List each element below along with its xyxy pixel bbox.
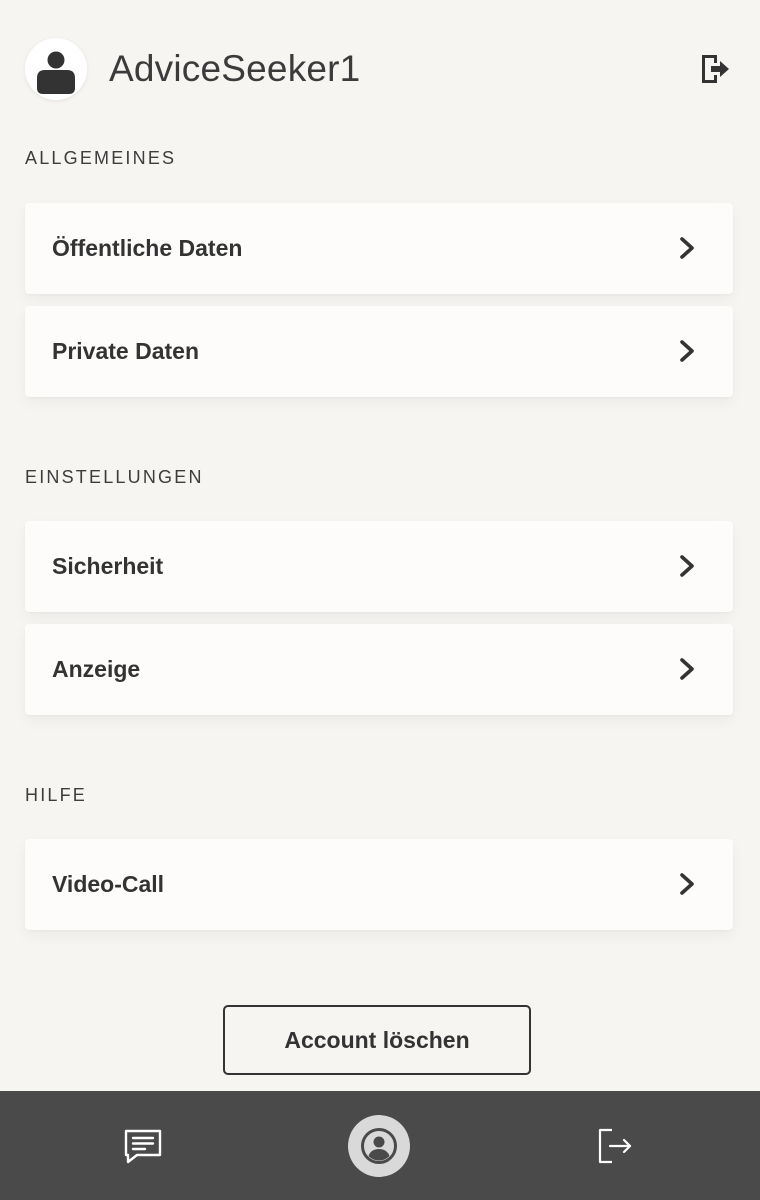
menu-item-label: Private Daten	[52, 338, 200, 364]
bottom-navigation	[0, 1091, 760, 1200]
menu-item-label: Öffentliche Daten	[52, 235, 243, 261]
menu-item-public-data[interactable]: Öffentliche Daten	[25, 203, 733, 294]
messages-icon	[124, 1129, 162, 1164]
section-label-einstellungen: EINSTELLUNGEN	[25, 467, 204, 487]
section-label-allgemeines: ALLGEMEINES	[25, 148, 177, 168]
username: AdviceSeeker1	[109, 48, 361, 89]
chevron-right-icon	[680, 555, 694, 577]
logout-icon	[598, 1128, 632, 1164]
avatar	[25, 38, 87, 100]
menu-item-video-call[interactable]: Video-Call	[25, 839, 733, 930]
nav-item-logout[interactable]	[553, 1091, 673, 1200]
nav-item-profile[interactable]	[320, 1091, 440, 1200]
chevron-right-icon	[680, 658, 694, 680]
menu-item-label: Anzeige	[52, 656, 141, 682]
profile-header: AdviceSeeker1	[25, 38, 735, 100]
chevron-right-icon	[680, 340, 694, 362]
menu-item-security[interactable]: Sicherheit	[25, 521, 733, 612]
header-logout-button[interactable]	[698, 52, 732, 86]
menu-item-display[interactable]: Anzeige	[25, 624, 733, 715]
menu-item-private-data[interactable]: Private Daten	[25, 306, 733, 397]
nav-item-messages[interactable]	[83, 1091, 203, 1200]
section-label-hilfe: HILFE	[25, 785, 88, 805]
person-silhouette-icon	[37, 51, 75, 94]
profile-icon	[361, 1128, 397, 1164]
delete-account-button[interactable]: Account löschen	[223, 1005, 531, 1075]
menu-item-label: Video-Call	[52, 871, 165, 897]
chevron-right-icon	[680, 873, 694, 895]
logout-icon	[702, 55, 729, 83]
menu-item-label: Sicherheit	[52, 553, 164, 579]
chevron-right-icon	[680, 237, 694, 259]
